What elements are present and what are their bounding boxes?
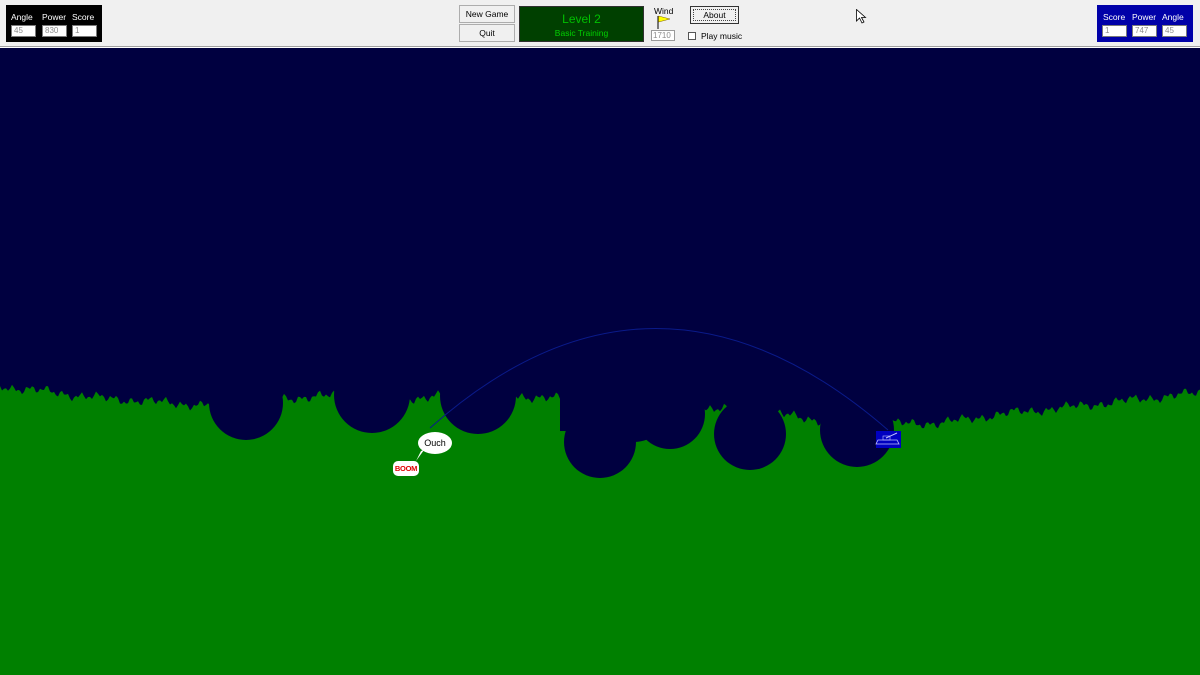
crater — [334, 357, 410, 433]
crater — [820, 393, 894, 467]
player1-panel: Angle Power Score 45 830 1 — [6, 5, 102, 42]
explosion-label: BOOM — [393, 461, 419, 476]
player2-power-field[interactable]: 747 — [1132, 25, 1157, 37]
tank-icon[interactable] — [875, 431, 901, 448]
play-music-label: Play music — [701, 31, 743, 41]
crater — [560, 393, 600, 431]
toolbar: Angle Power Score 45 830 1 New Game Quit… — [0, 0, 1200, 47]
flag-icon — [657, 15, 671, 29]
new-game-button[interactable]: New Game — [459, 5, 515, 23]
crater — [440, 358, 516, 434]
mouse-cursor-icon — [856, 9, 867, 24]
player1-angle-field[interactable]: 45 — [11, 25, 36, 37]
player1-score-label: Score — [72, 12, 95, 22]
player1-score-field: 1 — [72, 25, 97, 37]
game-area[interactable]: Ouch BOOM — [0, 48, 1200, 675]
player2-power-label: Power — [1132, 12, 1157, 22]
level-display: Level 2 Basic Training — [519, 6, 644, 42]
player2-score-field: 1 — [1102, 25, 1127, 37]
player1-power-label: Power — [42, 12, 67, 22]
crater — [209, 366, 283, 440]
quit-button[interactable]: Quit — [459, 24, 515, 42]
player2-angle-field[interactable]: 45 — [1162, 25, 1187, 37]
crater — [714, 398, 786, 470]
player2-angle-label: Angle — [1162, 12, 1184, 22]
about-button-label: About — [693, 9, 736, 21]
player1-angle-label: Angle — [11, 12, 33, 22]
player1-power-field[interactable]: 830 — [42, 25, 67, 37]
player2-panel: Score Power Angle 1 747 45 — [1097, 5, 1193, 42]
terrain-canvas — [0, 328, 1200, 675]
level-subtitle: Basic Training — [554, 28, 609, 38]
level-title: Level 2 — [562, 12, 601, 26]
speech-bubble-tail — [416, 450, 424, 461]
player2-score-label: Score — [1103, 12, 1126, 22]
play-music-checkbox[interactable] — [688, 32, 696, 40]
crater — [600, 398, 670, 438]
about-button[interactable]: About — [690, 6, 739, 24]
wind-field: 1710 — [651, 30, 675, 41]
